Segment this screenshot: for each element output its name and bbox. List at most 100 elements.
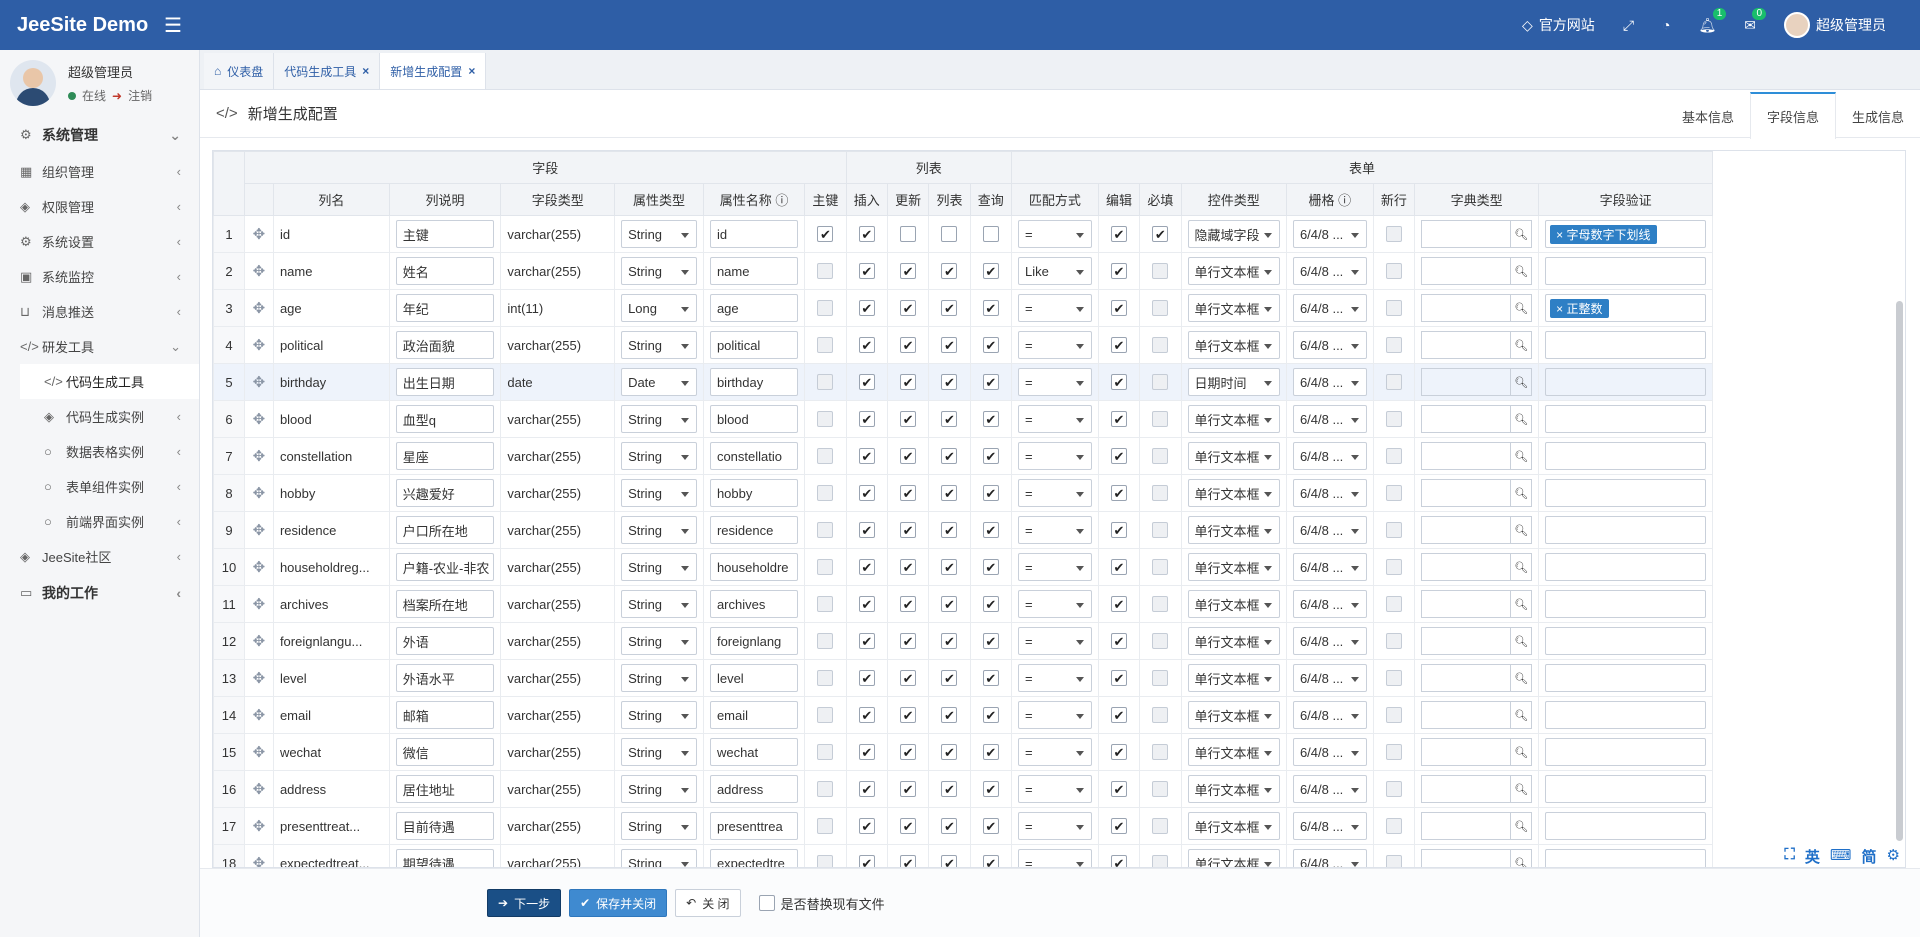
drag-handle-icon[interactable]: ✥ — [244, 585, 274, 623]
is-new-line-checkbox[interactable] — [1385, 781, 1402, 797]
validation-input[interactable] — [1545, 257, 1706, 285]
is-new-line-checkbox[interactable] — [1385, 670, 1402, 686]
search-icon[interactable]: 🔍︎ — [1510, 849, 1533, 867]
message-button[interactable]: ✉ 0 — [1730, 0, 1770, 50]
validation-input[interactable] — [1545, 479, 1706, 507]
is-required-checkbox[interactable] — [1152, 263, 1169, 279]
dict-type-lookup[interactable]: 🔍︎ — [1421, 701, 1533, 729]
drag-handle-icon[interactable]: ✥ — [244, 770, 274, 808]
search-icon[interactable]: 🔍︎ — [1510, 701, 1533, 729]
crop-icon[interactable]: ⛶ — [1784, 846, 1795, 867]
attr-type-select[interactable]: String — [621, 405, 697, 433]
is-insert-checkbox[interactable]: ✔ — [858, 300, 875, 316]
is-list-checkbox[interactable] — [941, 226, 958, 242]
is-insert-checkbox[interactable]: ✔ — [858, 226, 875, 242]
is-query-checkbox[interactable]: ✔ — [982, 707, 999, 723]
dict-type-input[interactable] — [1421, 331, 1511, 359]
is-pk-checkbox[interactable]: ✔ — [817, 226, 834, 242]
grid-span-select[interactable]: 6/4/8 ... — [1292, 516, 1367, 544]
sidebar-item-monitor[interactable]: ▣ 系统监控 ‹ — [0, 259, 199, 294]
replace-files-option[interactable]: 是否替换现有文件 — [758, 894, 885, 913]
column-comment-input[interactable]: 兴趣爱好 — [395, 479, 495, 507]
dict-type-input[interactable] — [1421, 479, 1511, 507]
table-row[interactable]: 15 ✥ wechat 微信 varchar(255) String wechat ✔ ✔ ✔ ✔ =… — [213, 733, 1713, 771]
is-list-checkbox[interactable]: ✔ — [941, 855, 958, 867]
grid-span-select[interactable]: 6/4/8 ... — [1292, 553, 1367, 581]
sidebar-item-mywork[interactable]: ▭ 我的工作 ‹ — [0, 574, 199, 612]
is-update-checkbox[interactable]: ✔ — [900, 596, 917, 612]
is-new-line-checkbox[interactable] — [1385, 263, 1402, 279]
drag-handle-icon[interactable]: ✥ — [244, 733, 274, 771]
validation-input[interactable] — [1545, 331, 1706, 359]
is-edit-checkbox[interactable]: ✔ — [1110, 411, 1127, 427]
column-comment-input[interactable]: 档案所在地 — [395, 590, 495, 618]
is-pk-checkbox[interactable] — [817, 633, 834, 649]
tab-field-info[interactable]: 字段信息 — [1749, 92, 1836, 139]
is-list-checkbox[interactable]: ✔ — [941, 559, 958, 575]
drag-handle-icon[interactable]: ✥ — [244, 252, 274, 290]
table-row[interactable]: 8 ✥ hobby 兴趣爱好 varchar(255) String hobby ✔ ✔ ✔ ✔ = ✔… — [213, 474, 1713, 512]
is-list-checkbox[interactable]: ✔ — [941, 300, 958, 316]
is-query-checkbox[interactable]: ✔ — [982, 559, 999, 575]
is-new-line-checkbox[interactable] — [1385, 596, 1402, 612]
is-required-checkbox[interactable] — [1152, 411, 1169, 427]
query-type-select[interactable]: = — [1017, 442, 1092, 470]
attr-type-select[interactable]: String — [621, 516, 697, 544]
is-edit-checkbox[interactable]: ✔ — [1110, 855, 1127, 867]
is-insert-checkbox[interactable]: ✔ — [858, 448, 875, 464]
is-required-checkbox[interactable] — [1152, 374, 1169, 390]
is-update-checkbox[interactable]: ✔ — [900, 559, 917, 575]
grid-span-select[interactable]: 6/4/8 ... — [1292, 442, 1367, 470]
dict-type-input[interactable] — [1421, 442, 1511, 470]
column-comment-input[interactable]: 户口所在地 — [395, 516, 495, 544]
show-type-select[interactable]: 单行文本框 — [1187, 479, 1280, 507]
validation-input[interactable] — [1545, 664, 1706, 692]
query-type-select[interactable]: Like — [1017, 257, 1092, 285]
search-icon[interactable]: 🔍︎ — [1510, 368, 1533, 396]
attr-type-select[interactable]: String — [621, 812, 697, 840]
dict-type-lookup[interactable]: 🔍︎ — [1421, 849, 1533, 867]
is-query-checkbox[interactable]: ✔ — [982, 670, 999, 686]
dict-type-input[interactable] — [1421, 553, 1511, 581]
dict-type-lookup[interactable]: 🔍︎ — [1421, 738, 1533, 766]
query-type-select[interactable]: = — [1017, 775, 1092, 803]
is-new-line-checkbox[interactable] — [1385, 337, 1402, 353]
table-row[interactable]: 1 ✥ id 主键 varchar(255) String id ✔ ✔ = ✔ ✔ 隐藏域字段 6/4/… — [213, 215, 1713, 253]
dict-type-lookup[interactable]: 🔍︎ — [1421, 405, 1533, 433]
column-comment-input[interactable]: 微信 — [395, 738, 495, 766]
validation-input[interactable] — [1545, 590, 1706, 618]
drag-handle-icon[interactable]: ✥ — [244, 807, 274, 845]
grid-span-select[interactable]: 6/4/8 ... — [1292, 331, 1367, 359]
column-comment-input[interactable]: 外语水平 — [395, 664, 495, 692]
show-type-select[interactable]: 单行文本框 — [1187, 442, 1280, 470]
column-comment-input[interactable]: 户籍-农业-非农 — [395, 553, 495, 581]
is-edit-checkbox[interactable]: ✔ — [1110, 300, 1127, 316]
menu-toggle-icon[interactable]: ☰ — [164, 13, 182, 38]
search-icon[interactable]: 🔍︎ — [1510, 257, 1533, 285]
sidebar-item-permission[interactable]: ◈ 权限管理 ‹ — [0, 189, 199, 224]
notification-button[interactable]: 🔔︎ 1 — [1684, 0, 1730, 50]
is-pk-checkbox[interactable] — [817, 707, 834, 723]
validation-tag[interactable]: × 正整数 — [1550, 298, 1609, 318]
search-icon[interactable]: 🔍︎ — [1510, 331, 1533, 359]
is-list-checkbox[interactable]: ✔ — [941, 411, 958, 427]
column-comment-input[interactable]: 居住地址 — [395, 775, 495, 803]
drag-handle-icon[interactable]: ✥ — [244, 215, 274, 253]
remove-tag-icon[interactable]: × — [1556, 228, 1566, 242]
grid-span-select[interactable]: 6/4/8 ... — [1292, 257, 1367, 285]
validation-input[interactable] — [1545, 405, 1706, 433]
attr-name-input[interactable]: birthday — [709, 368, 799, 396]
attr-type-select[interactable]: String — [621, 479, 697, 507]
is-required-checkbox[interactable] — [1152, 448, 1169, 464]
is-edit-checkbox[interactable]: ✔ — [1110, 485, 1127, 501]
show-type-select[interactable]: 日期时间 — [1187, 368, 1280, 396]
is-update-checkbox[interactable]: ✔ — [900, 300, 917, 316]
drag-handle-icon[interactable]: ✥ — [244, 400, 274, 438]
table-row[interactable]: 13 ✥ level 外语水平 varchar(255) String level ✔ ✔ ✔ ✔ =… — [213, 659, 1713, 697]
is-list-checkbox[interactable]: ✔ — [941, 374, 958, 390]
is-query-checkbox[interactable]: ✔ — [982, 485, 999, 501]
attr-type-select[interactable]: String — [621, 849, 697, 867]
validation-input[interactable] — [1545, 738, 1706, 766]
table-row[interactable]: 11 ✥ archives 档案所在地 varchar(255) String archiv… — [213, 585, 1713, 623]
sidebar-item-org[interactable]: ▦ 组织管理 ‹ — [0, 154, 199, 189]
